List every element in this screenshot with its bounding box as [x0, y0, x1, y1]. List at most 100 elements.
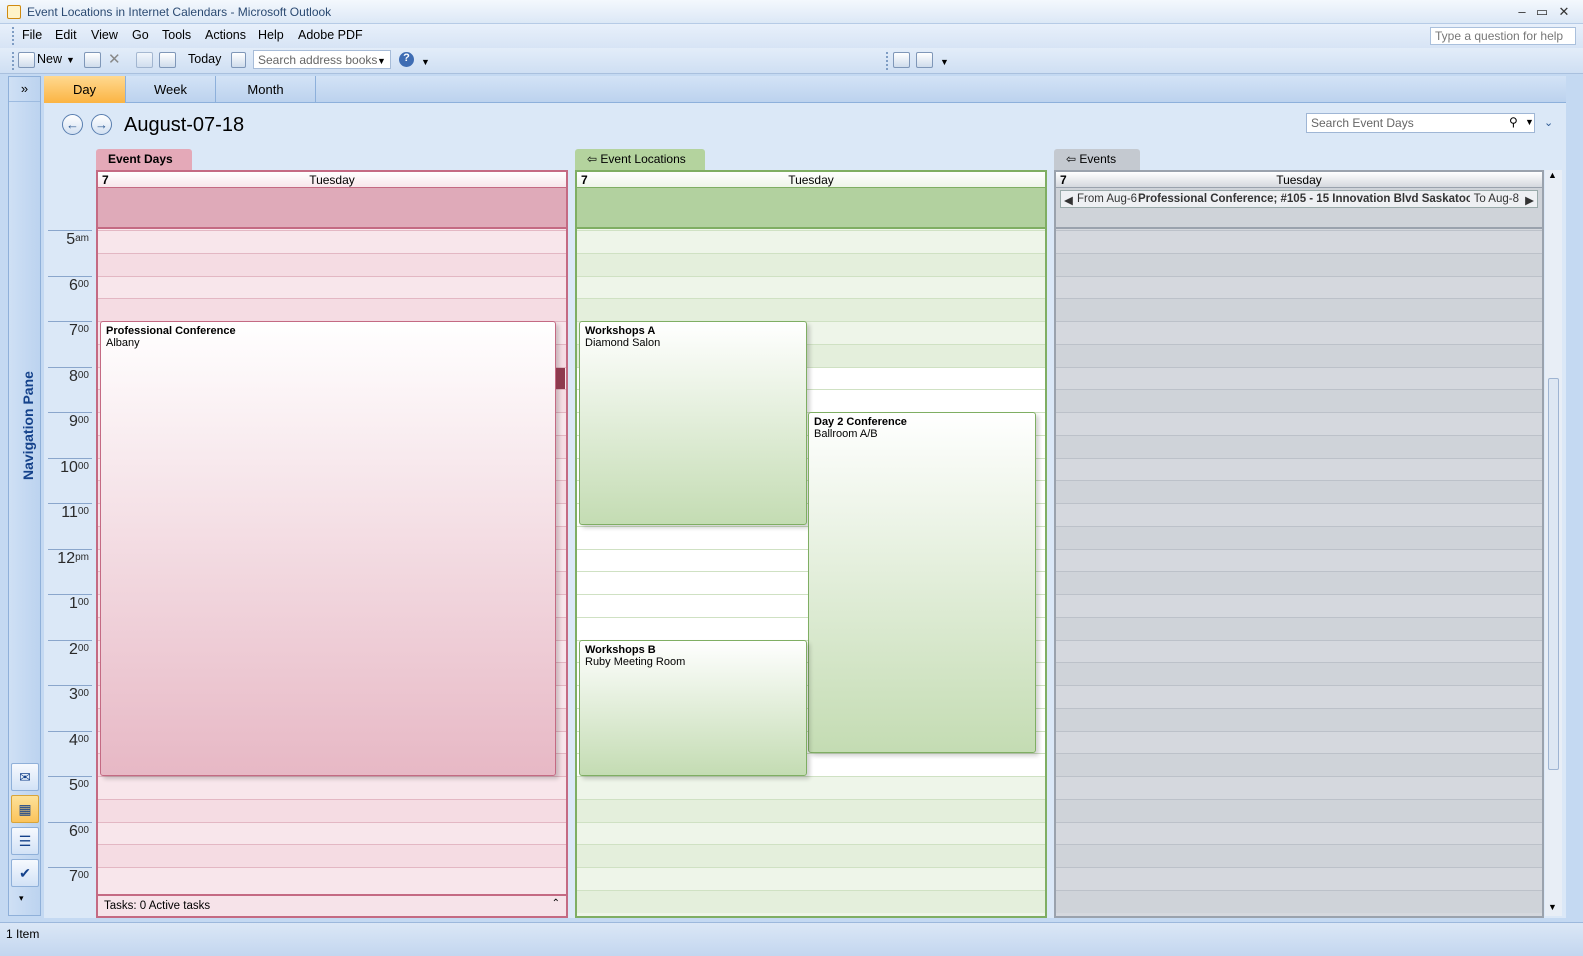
calendar-tab-event-locations[interactable]: ⇦ Event Locations: [575, 149, 705, 171]
appointment-workshops-b[interactable]: Workshops B Ruby Meeting Room: [579, 640, 807, 776]
menu-adobe-pdf[interactable]: Adobe PDF: [298, 28, 363, 42]
time-slot[interactable]: [577, 776, 1045, 799]
menu-go[interactable]: Go: [132, 28, 149, 42]
overlay-arrow-icon[interactable]: ⇦: [587, 152, 600, 166]
time-slot[interactable]: [1056, 571, 1542, 594]
today-button[interactable]: Today: [188, 52, 221, 66]
time-slot[interactable]: [577, 252, 1045, 276]
previous-day-button[interactable]: ←: [62, 114, 83, 135]
contacts-icon[interactable]: ☰: [11, 827, 39, 855]
calendar-icon[interactable]: ▦: [11, 795, 39, 823]
all-day-area[interactable]: [98, 188, 566, 229]
close-button[interactable]: ✕: [1556, 4, 1572, 20]
time-slot[interactable]: [1056, 230, 1542, 253]
day-header[interactable]: 7 Tuesday: [1056, 172, 1542, 188]
search-icon[interactable]: ⚲: [1509, 115, 1518, 129]
time-slot[interactable]: [577, 230, 1045, 253]
time-slot[interactable]: [98, 798, 566, 822]
time-slot[interactable]: [1056, 821, 1542, 845]
time-slot[interactable]: [1056, 457, 1542, 481]
help-icon[interactable]: ?: [399, 52, 414, 67]
time-slot[interactable]: [1056, 616, 1542, 640]
time-slot[interactable]: [1056, 639, 1542, 663]
time-slot[interactable]: [1056, 366, 1542, 390]
search-options-dropdown-icon[interactable]: ▼: [1525, 117, 1534, 127]
time-slot[interactable]: [1056, 503, 1542, 526]
maximize-button[interactable]: ▭: [1534, 4, 1550, 20]
time-slot[interactable]: [1056, 707, 1542, 731]
all-day-area[interactable]: ◀ From Aug-6 Professional Conference; #1…: [1056, 188, 1542, 229]
time-slot[interactable]: [577, 844, 1045, 867]
toolbar2-grip[interactable]: [886, 52, 889, 70]
time-slot[interactable]: [98, 844, 566, 867]
menu-help[interactable]: Help: [258, 28, 284, 42]
time-slot[interactable]: [1056, 480, 1542, 503]
menu-actions[interactable]: Actions: [205, 28, 246, 42]
time-slot[interactable]: [1056, 343, 1542, 367]
configure-buttons-icon[interactable]: ▾: [19, 893, 24, 904]
time-slot[interactable]: [1056, 252, 1542, 276]
scrollbar-thumb[interactable]: [1548, 378, 1559, 770]
time-slot[interactable]: [577, 798, 1045, 822]
day-header[interactable]: 7 Tuesday: [577, 172, 1045, 188]
time-slot[interactable]: [98, 275, 566, 299]
new-dropdown-arrow-icon[interactable]: ▼: [66, 55, 75, 65]
tasks-icon[interactable]: ✔: [11, 859, 39, 887]
time-slot[interactable]: [1056, 275, 1542, 299]
time-slot[interactable]: [1056, 753, 1542, 776]
new-button[interactable]: New: [37, 52, 62, 66]
time-slot[interactable]: [1056, 298, 1542, 321]
calendar-tab-events[interactable]: ⇦ Events: [1054, 149, 1140, 171]
categorize-icon[interactable]: [136, 52, 153, 68]
toolbar-grip[interactable]: [12, 52, 15, 70]
all-day-event-professional-conference[interactable]: ◀ From Aug-6 Professional Conference; #1…: [1060, 190, 1538, 208]
time-slot[interactable]: [98, 821, 566, 845]
time-slot[interactable]: [1056, 662, 1542, 685]
time-slot[interactable]: [1056, 389, 1542, 412]
time-slot[interactable]: [1056, 434, 1542, 458]
time-slot[interactable]: [98, 298, 566, 321]
time-slot[interactable]: [1056, 525, 1542, 549]
menu-edit[interactable]: Edit: [55, 28, 77, 42]
time-slot[interactable]: [98, 252, 566, 276]
toolbar-options-icon[interactable]: ▼: [421, 57, 430, 67]
time-slot[interactable]: [577, 298, 1045, 321]
tab-week[interactable]: Week: [126, 76, 216, 103]
appointment-workshops-a[interactable]: Workshops A Diamond Salon: [579, 321, 807, 525]
time-slot[interactable]: [1056, 889, 1542, 913]
time-slot[interactable]: [98, 867, 566, 890]
expand-navigation-pane-button[interactable]: »: [9, 77, 40, 102]
minimize-button[interactable]: ‒: [1514, 4, 1530, 19]
menu-view[interactable]: View: [91, 28, 118, 42]
overlay-arrow-icon[interactable]: ⇦: [1066, 152, 1079, 166]
time-slot[interactable]: [1056, 321, 1542, 344]
expand-tasks-icon[interactable]: ⌃: [552, 898, 560, 909]
address-book-icon[interactable]: [231, 52, 246, 68]
appointment-day-2-conference[interactable]: Day 2 Conference Ballroom A/B: [808, 412, 1036, 753]
menu-tools[interactable]: Tools: [162, 28, 191, 42]
vertical-scrollbar[interactable]: ▲ ▼: [1545, 170, 1562, 916]
calendar-tab-event-days[interactable]: Event Days: [96, 149, 192, 171]
next-day-button[interactable]: →: [91, 114, 112, 135]
event-search-input[interactable]: Search Event Days: [1306, 113, 1535, 133]
help-question-input[interactable]: Type a question for help: [1430, 27, 1576, 45]
scroll-up-icon[interactable]: ▲: [1548, 170, 1557, 180]
scroll-down-icon[interactable]: ▼: [1548, 902, 1557, 912]
expand-query-builder-icon[interactable]: ⌄: [1544, 116, 1553, 129]
print-icon[interactable]: [84, 52, 101, 68]
time-slot[interactable]: [1056, 844, 1542, 867]
time-slot[interactable]: [1056, 685, 1542, 708]
time-slot[interactable]: [98, 230, 566, 253]
menu-file[interactable]: File: [22, 28, 42, 42]
time-slot[interactable]: [1056, 594, 1542, 617]
time-slot[interactable]: [1056, 798, 1542, 822]
time-slot[interactable]: [1056, 548, 1542, 572]
time-slot[interactable]: [577, 821, 1045, 845]
tasks-bar[interactable]: Tasks: 0 Active tasks ⌃: [98, 894, 566, 916]
calendar-view-icon[interactable]: [159, 52, 176, 68]
tab-day[interactable]: Day: [44, 76, 126, 103]
time-slot[interactable]: [577, 275, 1045, 299]
toolbar2-options-icon[interactable]: ▼: [940, 57, 949, 67]
time-slot[interactable]: [1056, 730, 1542, 754]
time-slot[interactable]: [1056, 776, 1542, 799]
